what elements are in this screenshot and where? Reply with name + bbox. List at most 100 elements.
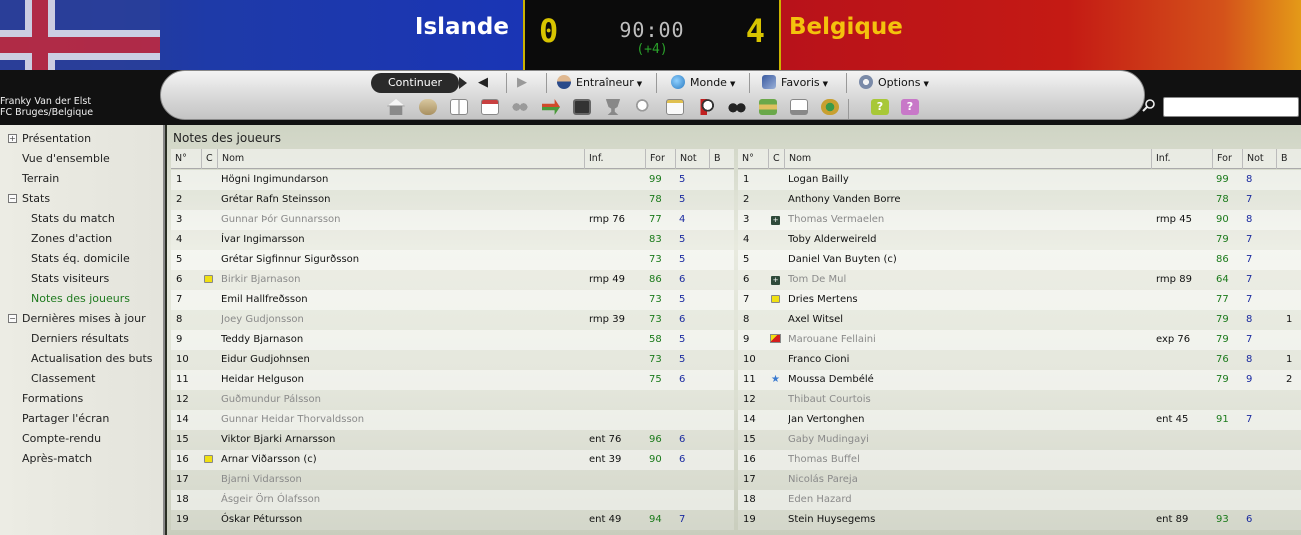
table-row[interactable]: 1 Logan Bailly 99 8: [738, 170, 1301, 190]
transfer-icon[interactable]: [542, 99, 560, 115]
table-row[interactable]: 16 Arnar Viðarsson (c) ent 39 90 6: [171, 450, 734, 470]
player-name-cell[interactable]: Teddy Bjarnason: [221, 330, 581, 350]
menu-world[interactable]: Monde ▼: [671, 75, 735, 89]
column-header[interactable]: Inf.: [584, 149, 645, 169]
player-name-cell[interactable]: Thomas Vermaelen: [788, 210, 1148, 230]
table-row[interactable]: 16 Thomas Buffel: [738, 450, 1301, 470]
player-name-cell[interactable]: Guðmundur Pálsson: [221, 390, 581, 410]
finances-icon[interactable]: [759, 99, 777, 115]
trophy-icon[interactable]: [605, 99, 621, 115]
sidebar-item[interactable]: Formations: [0, 389, 165, 409]
column-header[interactable]: C: [768, 149, 784, 169]
player-name-cell[interactable]: Nicolás Pareja: [788, 470, 1148, 490]
table-row[interactable]: 11 ★ Moussa Dembélé 79 9 2: [738, 370, 1301, 390]
player-name-cell[interactable]: Gaby Mudingayi: [788, 430, 1148, 450]
table-row[interactable]: 8 Axel Witsel 79 8 1: [738, 310, 1301, 330]
player-name-cell[interactable]: Logan Bailly: [788, 170, 1148, 190]
table-row[interactable]: 3 + Thomas Vermaelen rmp 45 90 8: [738, 210, 1301, 230]
table-row[interactable]: 15 Gaby Mudingayi: [738, 430, 1301, 450]
menu-manager[interactable]: Entraîneur ▼: [557, 75, 642, 89]
player-name-cell[interactable]: Moussa Dembélé: [788, 370, 1148, 390]
collapse-icon[interactable]: −: [8, 314, 17, 323]
player-name-cell[interactable]: Grétar Sigfinnur Sigurðsson: [221, 250, 581, 270]
player-name-cell[interactable]: Eidur Gudjohnsen: [221, 350, 581, 370]
player-name-cell[interactable]: Ívar Ingimarsson: [221, 230, 581, 250]
table-row[interactable]: 11 Heidar Helguson 75 6: [171, 370, 734, 390]
sidebar-item[interactable]: Stats visiteurs: [0, 269, 165, 289]
search-icon[interactable]: [1142, 98, 1156, 112]
table-row[interactable]: 12 Guðmundur Pálsson: [171, 390, 734, 410]
sidebar-item[interactable]: Classement: [0, 369, 165, 389]
player-name-cell[interactable]: Toby Alderweireld: [788, 230, 1148, 250]
player-name-cell[interactable]: Grétar Rafn Steinsson: [221, 190, 581, 210]
help-icon[interactable]: ?: [871, 99, 889, 115]
continue-button[interactable]: Continuer: [371, 73, 467, 93]
sidebar-item[interactable]: Après-match: [0, 449, 165, 469]
match-icon[interactable]: [697, 99, 715, 115]
column-header[interactable]: Nom: [217, 149, 584, 169]
table-row[interactable]: 6 Birkir Bjarnason rmp 49 86 6: [171, 270, 734, 290]
calendar-icon[interactable]: [481, 99, 499, 115]
player-name-cell[interactable]: Heidar Helguson: [221, 370, 581, 390]
sidebar-item[interactable]: Compte-rendu: [0, 429, 165, 449]
table-row[interactable]: 5 Daniel Van Buyten (c) 86 7: [738, 250, 1301, 270]
news-icon[interactable]: [450, 99, 468, 115]
table-row[interactable]: 7 Emil Hallfreðsson 73 5: [171, 290, 734, 310]
player-name-cell[interactable]: Högni Ingimundarson: [221, 170, 581, 190]
column-header[interactable]: C: [201, 149, 217, 169]
player-name-cell[interactable]: Birkir Bjarnason: [221, 270, 581, 290]
sidebar-item[interactable]: Vue d'ensemble: [0, 149, 165, 169]
column-header[interactable]: B: [709, 149, 734, 169]
home-icon[interactable]: [387, 99, 405, 115]
player-name-cell[interactable]: Gunnar Heidar Thorvaldsson: [221, 410, 581, 430]
column-header[interactable]: N°: [171, 149, 201, 169]
sidebar-item[interactable]: Notes des joueurs: [0, 289, 165, 309]
collapse-icon[interactable]: −: [8, 194, 17, 203]
player-name-cell[interactable]: Óskar Pétursson: [221, 510, 581, 530]
menu-favourites[interactable]: Favoris ▼: [762, 75, 828, 89]
inbox-icon[interactable]: [419, 99, 437, 115]
table-row[interactable]: 18 Ásgeir Örn Ólafsson: [171, 490, 734, 510]
menu-options[interactable]: Options ▼: [859, 75, 929, 89]
sidebar-item[interactable]: − Stats: [0, 189, 165, 209]
player-name-cell[interactable]: Viktor Bjarki Arnarsson: [221, 430, 581, 450]
table-row[interactable]: 9 Marouane Fellaini exp 76 79 7: [738, 330, 1301, 350]
sidebar-item[interactable]: Stats éq. domicile: [0, 249, 165, 269]
player-name-cell[interactable]: Emil Hallfreðsson: [221, 290, 581, 310]
player-name-cell[interactable]: Axel Witsel: [788, 310, 1148, 330]
player-name-cell[interactable]: Franco Cioni: [788, 350, 1148, 370]
help-alt-icon[interactable]: ?: [901, 99, 919, 115]
table-row[interactable]: 19 Stein Huysegems ent 89 93 6: [738, 510, 1301, 530]
table-row[interactable]: 12 Thibaut Courtois: [738, 390, 1301, 410]
player-name-cell[interactable]: Anthony Vanden Borre: [788, 190, 1148, 210]
column-header[interactable]: Nom: [784, 149, 1151, 169]
expand-icon[interactable]: +: [8, 134, 17, 143]
clipboard-icon[interactable]: [666, 99, 684, 115]
player-name-cell[interactable]: Daniel Van Buyten (c): [788, 250, 1148, 270]
player-name-cell[interactable]: Marouane Fellaini: [788, 330, 1148, 350]
table-row[interactable]: 4 Ívar Ingimarsson 83 5: [171, 230, 734, 250]
sidebar-item[interactable]: − Dernières mises à jour: [0, 309, 165, 329]
scouting-icon[interactable]: [635, 99, 653, 115]
table-row[interactable]: 4 Toby Alderweireld 79 7: [738, 230, 1301, 250]
table-row[interactable]: 18 Eden Hazard: [738, 490, 1301, 510]
column-header[interactable]: For: [645, 149, 675, 169]
table-row[interactable]: 2 Grétar Rafn Steinsson 78 5: [171, 190, 734, 210]
table-row[interactable]: 14 Jan Vertonghen ent 45 91 7: [738, 410, 1301, 430]
player-name-cell[interactable]: Jan Vertonghen: [788, 410, 1148, 430]
player-name-cell[interactable]: Joey Gudjonsson: [221, 310, 581, 330]
player-name-cell[interactable]: Ásgeir Örn Ólafsson: [221, 490, 581, 510]
column-header[interactable]: Not: [1242, 149, 1276, 169]
table-row[interactable]: 14 Gunnar Heidar Thorvaldsson: [171, 410, 734, 430]
column-header[interactable]: Not: [675, 149, 709, 169]
manager-info[interactable]: Franky Van der Elst FC Bruges/Belgique: [0, 96, 175, 118]
table-row[interactable]: 15 Viktor Bjarki Arnarsson ent 76 96 6: [171, 430, 734, 450]
sidebar-item[interactable]: Derniers résultats: [0, 329, 165, 349]
player-name-cell[interactable]: Dries Mertens: [788, 290, 1148, 310]
player-name-cell[interactable]: Arnar Viðarsson (c): [221, 450, 581, 470]
notes-icon[interactable]: [790, 99, 808, 115]
search-input[interactable]: [1163, 97, 1299, 117]
column-header[interactable]: Inf.: [1151, 149, 1212, 169]
table-row[interactable]: 10 Eidur Gudjohnsen 73 5: [171, 350, 734, 370]
column-header[interactable]: For: [1212, 149, 1242, 169]
